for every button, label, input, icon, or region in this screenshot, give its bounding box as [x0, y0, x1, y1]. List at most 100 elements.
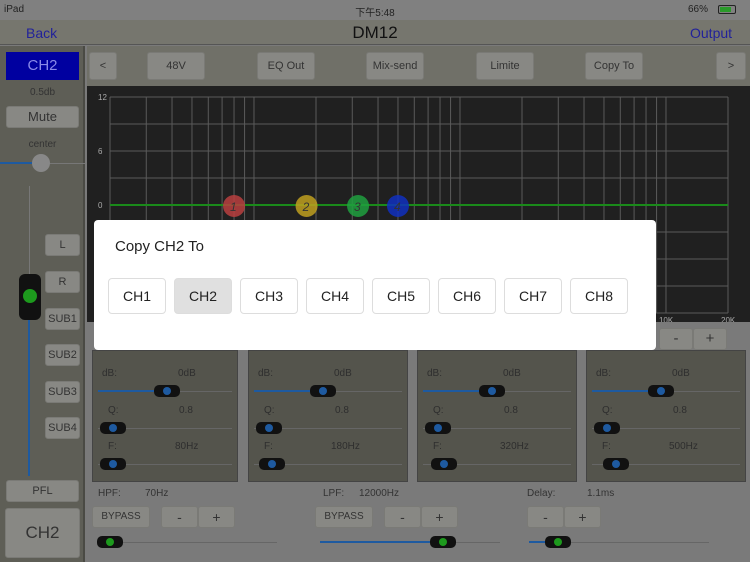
channel-name-button[interactable]: CH2: [5, 508, 80, 558]
channel-selector[interactable]: CH2: [6, 52, 79, 80]
route-sub4-button[interactable]: SUB4: [45, 417, 80, 439]
band-q-slider[interactable]: [592, 422, 740, 434]
lpf-bypass-button[interactable]: BYPASS: [315, 506, 373, 528]
band-f-value: 500Hz: [669, 441, 698, 452]
band-q-slider[interactable]: [98, 422, 232, 434]
copy-target-ch5[interactable]: CH5: [372, 278, 430, 314]
hpf-label: HPF:: [98, 488, 121, 499]
mute-button[interactable]: Mute: [6, 106, 79, 128]
pfl-button[interactable]: PFL: [6, 480, 79, 502]
eq-band-marker-label: 2: [302, 200, 310, 214]
channel-strip: CH2 0.5db Mute center L R SUB1 SUB2 SUB3…: [0, 46, 85, 562]
band-freq-slider[interactable]: [423, 458, 571, 470]
copy-target-ch4[interactable]: CH4: [306, 278, 364, 314]
eq-band-3: dB: 0dB Q: 0.8 F: 320Hz: [417, 350, 577, 482]
band-q-knob[interactable]: [425, 422, 451, 434]
delay-plus-button[interactable]: +: [564, 506, 601, 528]
band-q-value: 0.8: [179, 405, 193, 416]
band-db-value: 0dB: [503, 368, 521, 379]
hpf-minus-button[interactable]: -: [161, 506, 198, 528]
output-button[interactable]: Output: [690, 25, 732, 41]
band-f-label: F:: [433, 441, 442, 452]
band-q-value: 0.8: [673, 405, 687, 416]
route-r-button[interactable]: R: [45, 271, 80, 293]
route-sub2-button[interactable]: SUB2: [45, 344, 80, 366]
copy-target-ch8[interactable]: CH8: [570, 278, 628, 314]
delay-minus-button[interactable]: -: [527, 506, 564, 528]
band-gain-slider[interactable]: [423, 385, 571, 397]
route-sub3-button[interactable]: SUB3: [45, 381, 80, 403]
band-gain-slider[interactable]: [254, 385, 402, 397]
lpf-minus-button[interactable]: -: [384, 506, 421, 528]
copy-target-ch2[interactable]: CH2: [174, 278, 232, 314]
band-gain-knob[interactable]: [310, 385, 336, 397]
band-f-value: 80Hz: [175, 441, 199, 452]
band-freq-knob[interactable]: [100, 458, 126, 470]
hpf-bypass-button[interactable]: BYPASS: [92, 506, 150, 528]
band-gain-slider[interactable]: [98, 385, 232, 397]
back-button[interactable]: Back: [26, 25, 57, 41]
band-gain-slider[interactable]: [592, 385, 740, 397]
nav-bar: DM12 Back Output: [0, 20, 750, 45]
band-gain-knob[interactable]: [648, 385, 674, 397]
pan-label: center: [28, 139, 57, 150]
copy-target-ch3[interactable]: CH3: [240, 278, 298, 314]
status-bar: iPad 下午5:48 66%: [0, 0, 750, 20]
band-q-knob[interactable]: [256, 422, 282, 434]
band-q-label: Q:: [602, 405, 613, 416]
delay-slider[interactable]: [529, 536, 709, 548]
dialog-title: Copy CH2 To: [115, 238, 204, 255]
copy-target-ch1[interactable]: CH1: [108, 278, 166, 314]
delay-label: Delay:: [527, 488, 556, 499]
clock: 下午5:48: [355, 8, 395, 19]
hpf-slider[interactable]: [97, 536, 277, 548]
band-freq-slider[interactable]: [98, 458, 232, 470]
graph-plus-button[interactable]: +: [693, 328, 727, 350]
band-freq-knob[interactable]: [431, 458, 457, 470]
eq-band-4: dB: 0dB Q: 0.8 F: 500Hz: [586, 350, 746, 482]
copy-target-ch6[interactable]: CH6: [438, 278, 496, 314]
band-gain-knob[interactable]: [479, 385, 505, 397]
eq-band-marker-label: 3: [354, 200, 361, 214]
hpf-plus-button[interactable]: +: [198, 506, 235, 528]
eq-band-marker-label: 1: [230, 200, 237, 214]
band-q-knob[interactable]: [100, 422, 126, 434]
copy-to-button[interactable]: Copy To: [585, 52, 643, 80]
prev-button[interactable]: <: [89, 52, 117, 80]
copy-target-ch7[interactable]: CH7: [504, 278, 562, 314]
lpf-plus-button[interactable]: +: [421, 506, 458, 528]
band-freq-slider[interactable]: [592, 458, 740, 470]
band-db-label: dB:: [102, 368, 118, 379]
route-l-button[interactable]: L: [45, 234, 80, 256]
band-freq-slider[interactable]: [254, 458, 402, 470]
pan-knob[interactable]: [32, 154, 50, 172]
route-sub1-button[interactable]: SUB1: [45, 308, 80, 330]
fader-track[interactable]: [28, 186, 30, 476]
band-q-label: Q:: [433, 405, 444, 416]
lpf-slider[interactable]: [320, 536, 500, 548]
delay-slider-knob[interactable]: [545, 536, 571, 548]
lpf-slider-knob[interactable]: [430, 536, 456, 548]
limite-button[interactable]: Limite: [476, 52, 534, 80]
copy-to-dialog: Copy CH2 To CH1 CH2 CH3 CH4 CH5 CH6 CH7 CH8: [94, 220, 656, 350]
band-db-value: 0dB: [672, 368, 690, 379]
pan-slider[interactable]: [0, 154, 85, 172]
band-q-slider[interactable]: [423, 422, 571, 434]
band-q-label: Q:: [264, 405, 275, 416]
band-q-knob[interactable]: [594, 422, 620, 434]
mix-send-button[interactable]: Mix-send: [366, 52, 424, 80]
band-f-value: 180Hz: [331, 441, 360, 452]
y-tick-label: 0: [98, 201, 103, 210]
48v-button[interactable]: 48V: [147, 52, 205, 80]
band-f-label: F:: [602, 441, 611, 452]
band-db-value: 0dB: [334, 368, 352, 379]
band-freq-knob[interactable]: [603, 458, 629, 470]
hpf-slider-knob[interactable]: [97, 536, 123, 548]
graph-minus-button[interactable]: -: [659, 328, 693, 350]
band-freq-knob[interactable]: [259, 458, 285, 470]
band-gain-knob[interactable]: [154, 385, 180, 397]
fader-knob[interactable]: [19, 274, 41, 320]
band-q-slider[interactable]: [254, 422, 402, 434]
eq-out-button[interactable]: EQ Out: [257, 52, 315, 80]
next-button[interactable]: >: [716, 52, 746, 80]
